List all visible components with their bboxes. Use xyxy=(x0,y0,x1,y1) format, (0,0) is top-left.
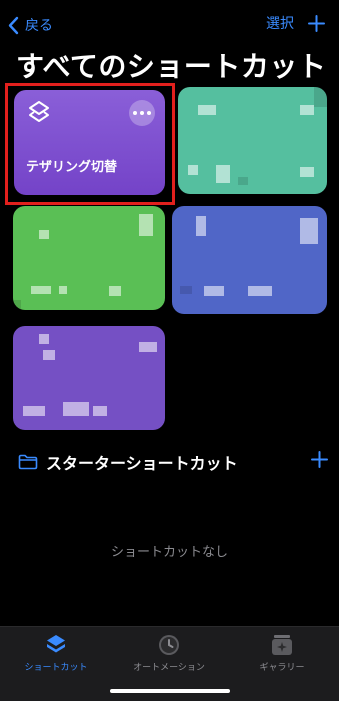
starter-section-header: スターターショートカット xyxy=(18,450,328,474)
tab-label: オートメーション xyxy=(133,663,205,673)
back-label: 戻る xyxy=(25,18,53,34)
section-title: スターターショートカット xyxy=(46,454,238,473)
highlight-box xyxy=(5,83,175,205)
tab-gallery[interactable]: ギャラリー xyxy=(232,631,332,673)
back-button[interactable]: 戻る xyxy=(8,15,53,35)
gallery-icon xyxy=(272,635,292,655)
page-title: すべてのショートカット xyxy=(16,50,327,83)
clock-icon xyxy=(159,635,179,655)
select-button[interactable]: 選択 xyxy=(266,13,294,33)
empty-state-text: ショートカットなし xyxy=(110,545,228,560)
shortcut-card[interactable] xyxy=(172,206,327,314)
tab-automation[interactable]: オートメーション xyxy=(119,631,219,673)
shortcut-card[interactable] xyxy=(13,206,165,310)
add-shortcut-button[interactable] xyxy=(308,14,325,32)
layers-icon xyxy=(47,635,65,653)
home-indicator xyxy=(110,689,230,693)
shortcut-card[interactable] xyxy=(13,326,165,430)
chevron-left-icon xyxy=(8,16,19,34)
tab-shortcuts[interactable]: ショートカット xyxy=(6,631,106,673)
tab-label: ギャラリー xyxy=(259,663,305,673)
add-folder-button[interactable] xyxy=(311,451,328,468)
tab-label: ショートカット xyxy=(24,663,88,673)
navigation-bar: 戻る 選択 xyxy=(0,0,339,46)
shortcut-card[interactable] xyxy=(178,87,327,194)
folder-icon xyxy=(18,454,38,470)
